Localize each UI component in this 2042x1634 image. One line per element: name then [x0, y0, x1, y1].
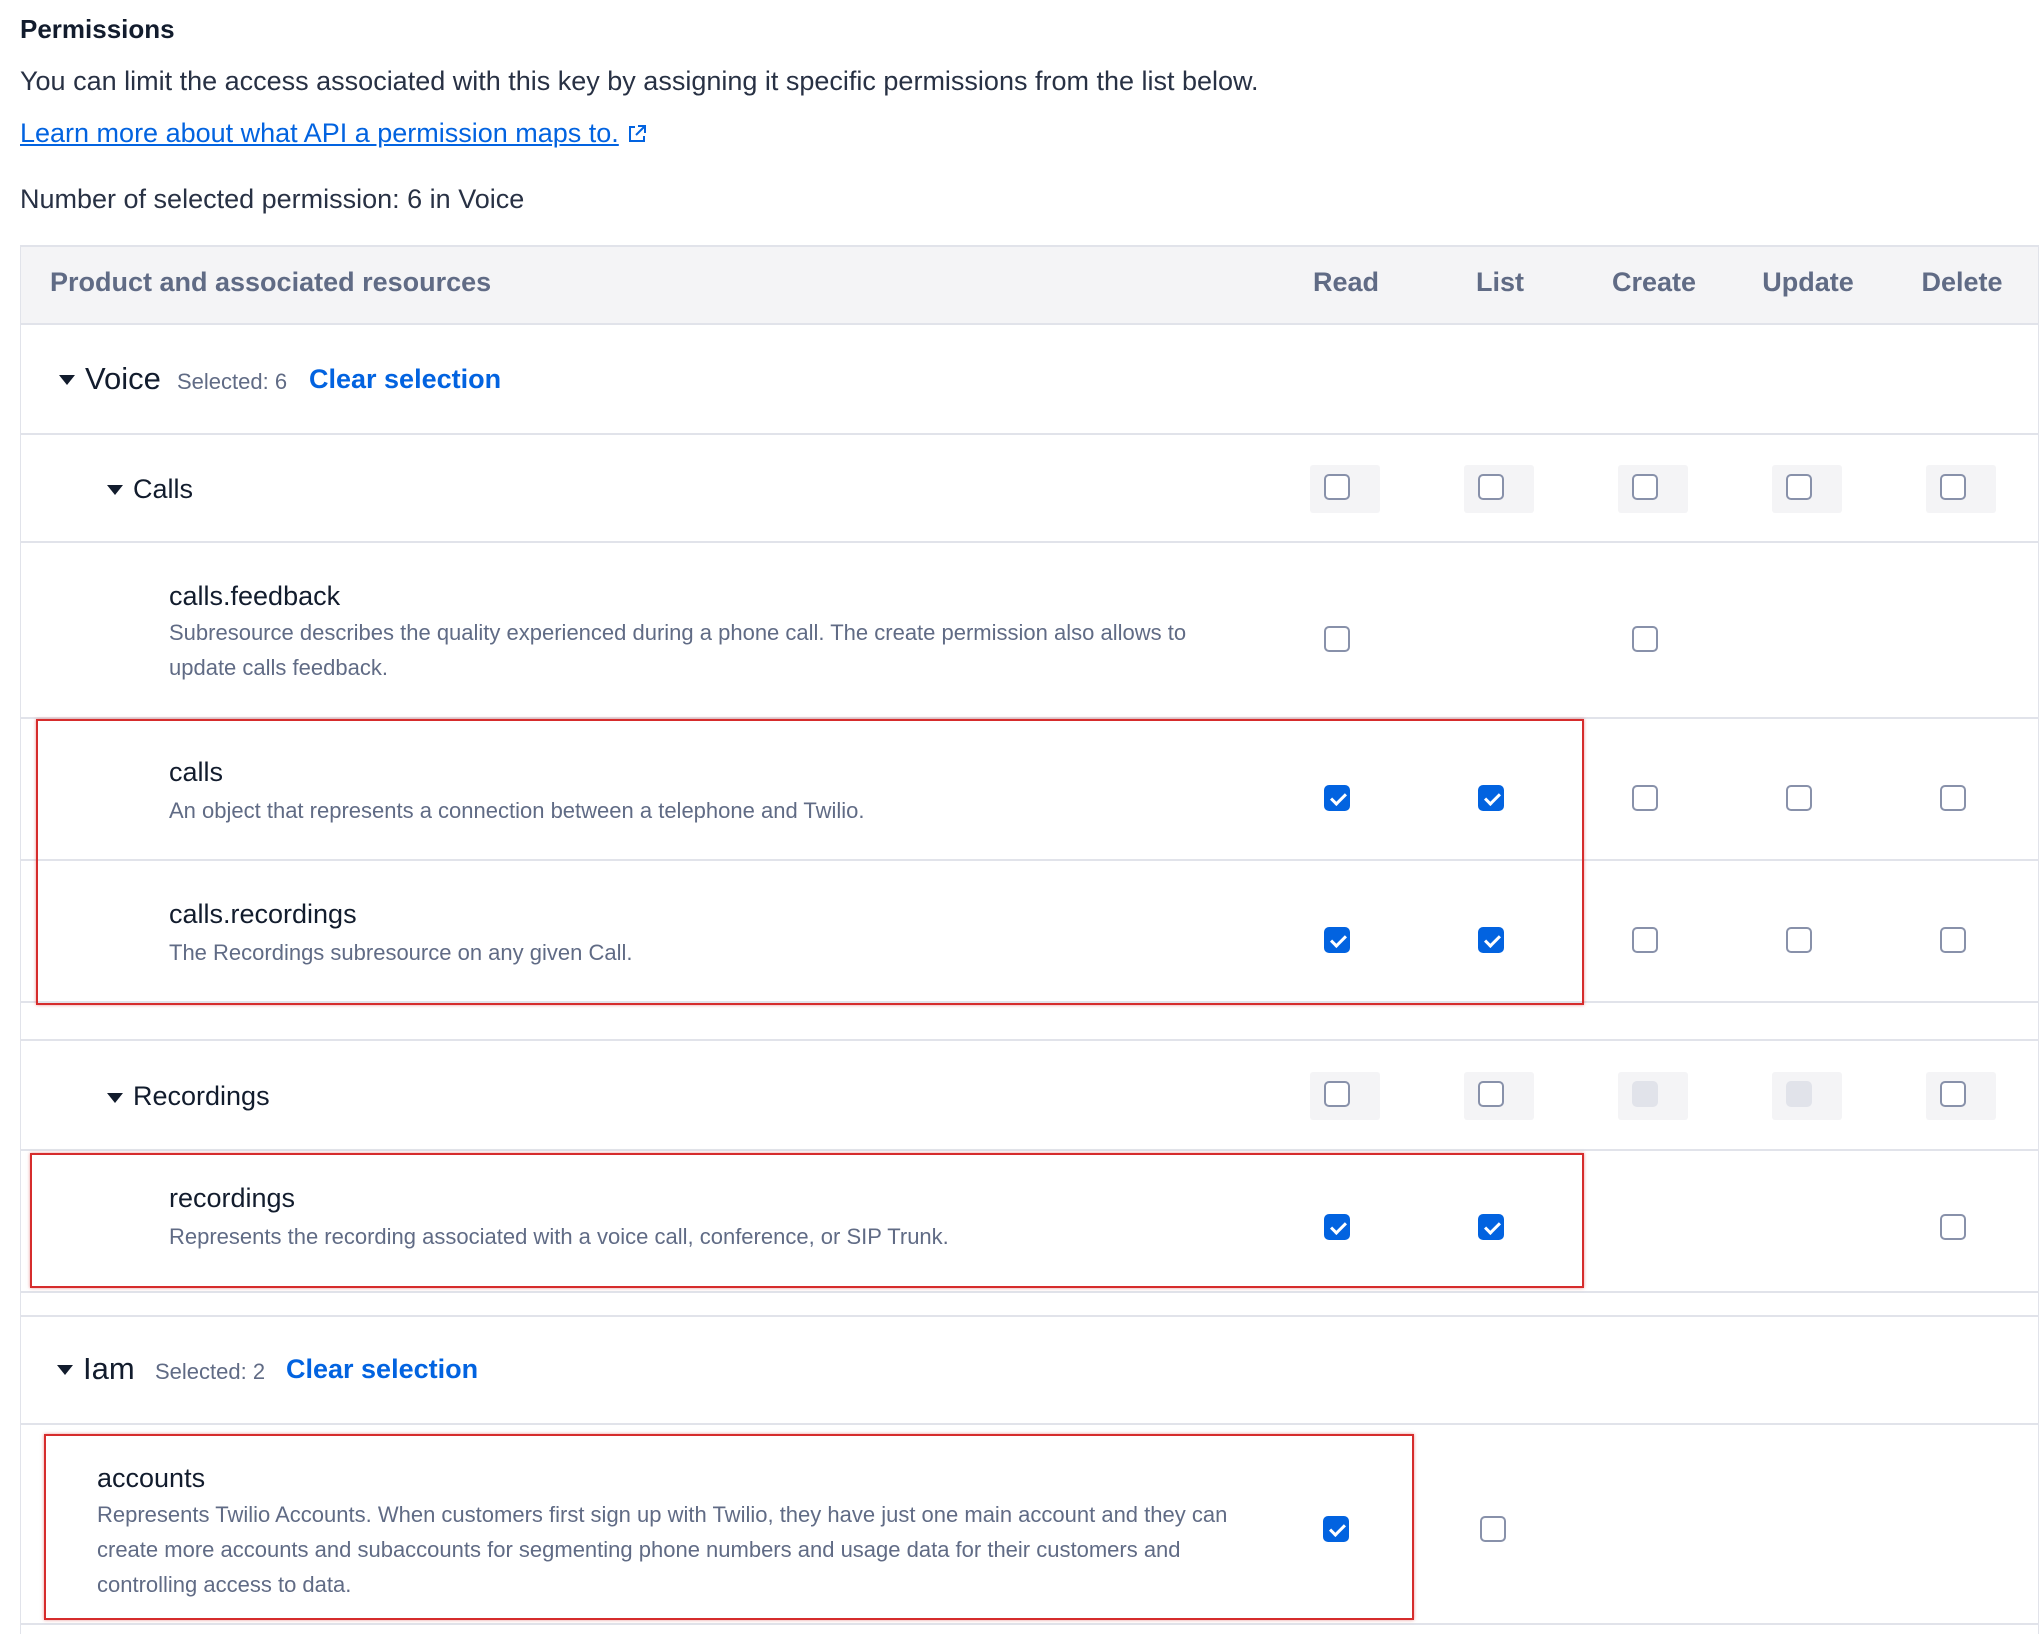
group-create-checkbox[interactable]: [1618, 465, 1688, 513]
delete-checkbox[interactable]: [1940, 785, 1966, 811]
checkbox[interactable]: [1940, 1081, 1966, 1107]
row-spacer: [21, 1293, 2038, 1317]
learn-more-label: Learn more about what API a permission m…: [20, 118, 619, 148]
group-name: Calls: [133, 474, 194, 504]
resource-name: recordings: [169, 1183, 296, 1213]
create-checkbox[interactable]: [1632, 785, 1658, 811]
group-create-checkbox: [1618, 1072, 1688, 1120]
permissions-table: Product and associated resources Read Li…: [20, 245, 2039, 1634]
group-read-checkbox[interactable]: [1310, 1072, 1380, 1120]
resource-name: calls.recordings: [169, 899, 357, 929]
group-update-checkbox[interactable]: [1772, 465, 1842, 513]
read-checkbox[interactable]: [1324, 1214, 1350, 1240]
read-checkbox[interactable]: [1324, 927, 1350, 953]
list-checkbox[interactable]: [1478, 927, 1504, 953]
checkbox[interactable]: [1478, 1081, 1504, 1107]
delete-checkbox[interactable]: [1940, 927, 1966, 953]
clear-selection-button[interactable]: Clear selection: [309, 364, 501, 395]
group-list-checkbox[interactable]: [1464, 1072, 1534, 1120]
resource-description: The Recordings subresource on any given …: [169, 940, 633, 965]
resource-name: calls.feedback: [169, 581, 341, 611]
read-checkbox[interactable]: [1324, 626, 1350, 652]
update-checkbox[interactable]: [1786, 785, 1812, 811]
column-header-create: Create: [1611, 267, 1697, 297]
clear-selection-button[interactable]: Clear selection: [286, 1354, 478, 1385]
read-checkbox[interactable]: [1323, 1516, 1349, 1542]
resource-row-calls: calls An object that represents a connec…: [21, 719, 2038, 861]
create-checkbox[interactable]: [1632, 626, 1658, 652]
group-row-calls: Calls: [21, 435, 2038, 543]
checkbox[interactable]: [1632, 474, 1658, 500]
caret-down-icon[interactable]: [107, 485, 123, 495]
list-checkbox[interactable]: [1478, 1214, 1504, 1240]
intro-text: You can limit the access associated with…: [20, 66, 1259, 96]
read-checkbox[interactable]: [1324, 785, 1350, 811]
column-header-delete: Delete: [1921, 267, 2003, 297]
section-title: Permissions: [20, 14, 175, 44]
resource-name: calls: [169, 757, 224, 787]
list-checkbox[interactable]: [1480, 1516, 1506, 1542]
list-checkbox[interactable]: [1478, 785, 1504, 811]
delete-checkbox[interactable]: [1940, 1214, 1966, 1240]
external-link-icon: [627, 120, 647, 151]
caret-down-icon[interactable]: [107, 1093, 123, 1103]
column-header-list: List: [1475, 267, 1524, 297]
table-header: Product and associated resources Read Li…: [21, 245, 2038, 325]
selected-permission-count: Number of selected permission: 6 in Voic…: [20, 184, 525, 214]
checkbox-disabled: [1632, 1081, 1658, 1107]
product-name: Iam: [83, 1351, 135, 1386]
resource-name: accounts: [97, 1463, 206, 1493]
caret-down-icon[interactable]: [57, 1365, 73, 1375]
checkbox[interactable]: [1478, 474, 1504, 500]
product-name: Voice: [85, 361, 161, 396]
resource-row-accounts: accounts Represents Twilio Accounts. Whe…: [21, 1425, 2038, 1625]
group-list-checkbox[interactable]: [1464, 465, 1534, 513]
column-header-read: Read: [1312, 267, 1380, 297]
resource-description: An object that represents a connection b…: [169, 798, 865, 823]
caret-down-icon[interactable]: [59, 375, 75, 385]
resource-row-calls-feedback: calls.feedback Subresource describes the…: [21, 543, 2038, 719]
product-row-voice: Voice Selected: 6 Clear selection: [21, 325, 2038, 435]
learn-more-link[interactable]: Learn more about what API a permission m…: [20, 118, 647, 151]
resource-row-recordings: recordings Represents the recording asso…: [21, 1151, 2038, 1293]
checkbox-disabled: [1786, 1081, 1812, 1107]
group-name: Recordings: [133, 1081, 270, 1111]
checkbox[interactable]: [1940, 474, 1966, 500]
column-header-update: Update: [1762, 267, 1854, 297]
group-row-recordings: Recordings: [21, 1041, 2038, 1151]
checkbox[interactable]: [1324, 474, 1350, 500]
group-delete-checkbox[interactable]: [1926, 1072, 1996, 1120]
selected-count: Selected: 6: [177, 369, 288, 394]
resource-description: Subresource describes the quality experi…: [169, 620, 1187, 680]
product-row-iam: Iam Selected: 2 Clear selection: [21, 1317, 2038, 1425]
create-checkbox[interactable]: [1632, 927, 1658, 953]
group-update-checkbox: [1772, 1072, 1842, 1120]
resource-description: Represents the recording associated with…: [169, 1224, 949, 1249]
group-read-checkbox[interactable]: [1310, 465, 1380, 513]
selected-count: Selected: 2: [155, 1359, 266, 1384]
checkbox[interactable]: [1786, 474, 1812, 500]
checkbox[interactable]: [1324, 1081, 1350, 1107]
update-checkbox[interactable]: [1786, 927, 1812, 953]
group-delete-checkbox[interactable]: [1926, 465, 1996, 513]
column-header-resources: Product and associated resources: [50, 267, 492, 297]
resource-row-calls-recordings: calls.recordings The Recordings subresou…: [21, 861, 2038, 1003]
row-spacer: [21, 1003, 2038, 1041]
resource-description: Represents Twilio Accounts. When custome…: [97, 1502, 1228, 1597]
